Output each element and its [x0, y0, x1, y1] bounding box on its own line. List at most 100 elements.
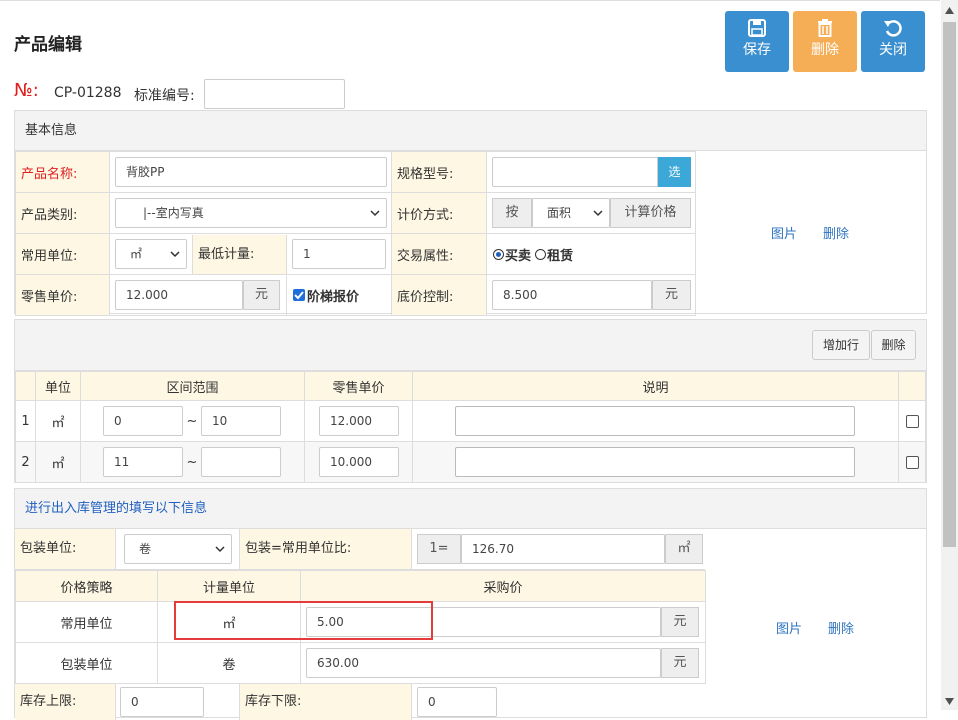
save-label: 保存: [743, 42, 771, 58]
row-number: 1: [15, 400, 36, 442]
delete-label: 删除: [811, 42, 839, 58]
highlight-box: [174, 601, 433, 640]
spec-select-button[interactable]: 选: [658, 157, 691, 187]
row-checkbox[interactable]: [906, 414, 919, 428]
header-strategy: 价格策略: [15, 570, 158, 602]
ratio-input[interactable]: 126.70: [461, 534, 665, 564]
add-row-button[interactable]: 增加行: [812, 330, 870, 360]
header-range: 区间范围: [80, 371, 305, 401]
undo-icon: [884, 20, 902, 37]
calc-price-button[interactable]: 计算价格: [610, 198, 691, 228]
stock-limit-row: 库存上限: 0 库存下限: 0: [15, 684, 705, 720]
page-title: 产品编辑: [14, 35, 82, 55]
radio-buy-label: 买卖: [505, 248, 532, 264]
tier-table: 单位 区间范围 零售单价 说明 1 ㎡ 0 ~ 10 12.000 2 ㎡ 11…: [15, 371, 926, 483]
standard-number-label: 标准编号:: [134, 88, 195, 104]
stock-picture-link[interactable]: 图片: [776, 618, 802, 637]
stock-panel: 进行出入库管理的填写以下信息 包装单位: 卷 包装=常用单位比: 1= 126.…: [14, 488, 927, 720]
category-select[interactable]: |--室内写真: [115, 198, 387, 228]
category-label: 产品类别:: [15, 192, 110, 234]
stock-upper-label: 库存上限:: [15, 684, 116, 720]
tier-price-input[interactable]: 12.000: [319, 406, 399, 436]
tier-pricing-checkbox[interactable]: 阶梯报价: [287, 286, 359, 305]
save-icon: [748, 19, 766, 37]
note-textarea[interactable]: [455, 406, 855, 436]
retail-price-input[interactable]: 12.000: [115, 280, 243, 310]
header-retail-price: 零售单价: [304, 371, 413, 401]
strategy-cell: 常用单位: [15, 601, 158, 643]
range-to-input[interactable]: [201, 447, 281, 477]
top-border: [0, 0, 940, 3]
save-button[interactable]: 保存: [725, 11, 789, 72]
row-checkbox[interactable]: [906, 455, 919, 469]
stock-lower-input[interactable]: 0: [417, 687, 497, 717]
unit-select[interactable]: ㎡: [115, 239, 187, 269]
product-name-input[interactable]: 背胶PP: [115, 157, 387, 187]
scrollbar-thumb[interactable]: [943, 22, 956, 547]
stock-lower-label: 库存下限:: [240, 684, 412, 720]
header-purchase-price: 采购价: [300, 570, 706, 602]
purchase-price-input[interactable]: 630.00: [306, 648, 661, 678]
picture-link[interactable]: 图片: [771, 223, 797, 242]
header-select: [898, 371, 926, 401]
pack-unit-label: 包装单位:: [15, 529, 116, 569]
stock-upper-input[interactable]: 0: [120, 687, 204, 717]
category-value: |--室内写真: [143, 206, 204, 220]
trade-label: 交易属性:: [391, 233, 487, 275]
checkbox-checked-icon: [293, 289, 305, 301]
delete-row-button[interactable]: 删除: [871, 330, 916, 360]
chevron-down-icon: [370, 210, 380, 217]
chevron-down-icon: [170, 251, 180, 258]
tier-price-input[interactable]: 10.000: [319, 447, 399, 477]
table-row: 包装单位 卷 630.00 元: [15, 642, 706, 684]
pack-unit-select[interactable]: 卷: [124, 534, 232, 564]
ratio-prefix: 1=: [417, 534, 461, 564]
stock-picture-delete-link[interactable]: 删除: [828, 618, 854, 637]
floor-yuan-addon: 元: [652, 280, 691, 310]
pricing-value: 面积: [547, 206, 572, 220]
floor-price-input[interactable]: 8.500: [492, 280, 652, 310]
pricing-prefix: 按: [492, 198, 532, 228]
unit-label: 常用单位:: [15, 233, 110, 275]
floor-price-label: 底价控制:: [391, 274, 487, 316]
scroll-down-icon[interactable]: [944, 697, 955, 706]
range-from-input[interactable]: 11: [103, 447, 183, 477]
purchase-yuan-addon: 元: [661, 607, 699, 637]
retail-price-label: 零售单价:: [15, 274, 110, 316]
number-label: №:: [14, 80, 39, 101]
radio-checked-icon: [493, 248, 504, 260]
tier-toolbar: 增加行 删除: [15, 320, 926, 371]
range-tilde: ~: [186, 454, 198, 470]
table-row: 2 ㎡ 11 ~ 10.000: [15, 441, 926, 483]
radio-rent-label: 租赁: [547, 248, 574, 264]
picture-delete-link[interactable]: 删除: [823, 223, 849, 242]
spec-input[interactable]: [492, 157, 658, 187]
tier-pricing-panel: 增加行 删除 单位 区间范围 零售单价 说明 1 ㎡ 0 ~ 10 12.000…: [14, 319, 927, 483]
table-row: 1 ㎡ 0 ~ 10 12.000: [15, 400, 926, 442]
min-measure-input[interactable]: 1: [292, 239, 386, 269]
ratio-unit-addon: ㎡: [665, 534, 703, 564]
radio-rent[interactable]: 租赁: [535, 245, 573, 264]
trash-icon: [818, 19, 832, 37]
close-label: 关闭: [879, 42, 907, 58]
chevron-down-icon: [593, 210, 603, 217]
range-from-input[interactable]: 0: [103, 406, 183, 436]
chevron-down-icon: [215, 546, 225, 553]
radio-unchecked-icon: [535, 248, 547, 260]
product-number: CP-01288: [54, 85, 122, 101]
unit-value: ㎡: [130, 247, 143, 261]
spec-label: 规格型号:: [391, 151, 487, 193]
standard-number-input[interactable]: [204, 79, 345, 109]
range-to-input[interactable]: 10: [201, 406, 281, 436]
delete-button[interactable]: 删除: [793, 11, 857, 72]
close-button[interactable]: 关闭: [861, 11, 925, 72]
header-note: 说明: [412, 371, 899, 401]
pack-unit-value: 卷: [139, 542, 152, 556]
range-tilde: ~: [186, 413, 198, 429]
scroll-up-icon[interactable]: [944, 6, 955, 15]
stock-heading: 进行出入库管理的填写以下信息: [15, 489, 926, 529]
radio-buy[interactable]: 买卖: [493, 245, 531, 264]
note-textarea[interactable]: [455, 447, 855, 477]
pricing-select[interactable]: 面积: [532, 198, 610, 228]
basic-info-panel: 基本信息 产品名称: 背胶PP 规格型号: 选 产品类别: |--室内写真 计价…: [14, 110, 927, 316]
